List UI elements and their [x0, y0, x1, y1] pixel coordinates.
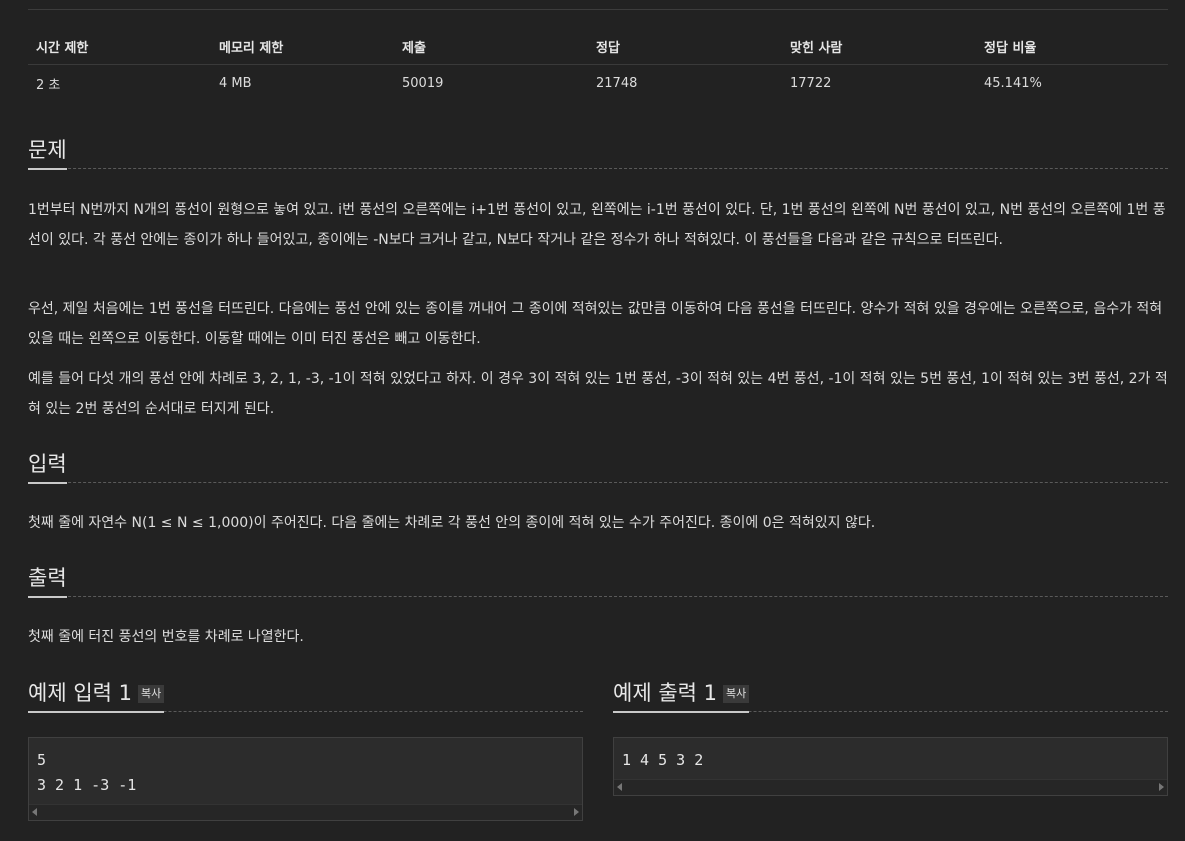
sample-output-header: 예제 출력 1 복사: [613, 679, 1168, 713]
stats-header-ratio: 정답 비율: [976, 28, 1168, 65]
input-title: 입력: [28, 452, 67, 484]
input-section-header: 입력: [28, 450, 1168, 484]
sample-output-box[interactable]: 1 4 5 3 2: [613, 737, 1168, 796]
problem-section-header: 문제: [28, 136, 1168, 170]
stats-ratio: 45.141%: [984, 75, 1042, 91]
output-title: 출력: [28, 566, 67, 598]
sample-output-scrollbar[interactable]: [614, 779, 1167, 795]
sample-input-title-text: 예제 입력 1: [28, 681, 132, 705]
sample-output-title: 예제 출력 1 복사: [613, 681, 750, 713]
problem-page: 시간 제한 메모리 제한 제출 정답 맞힌 사람 정답 비율 2 초 4 MB …: [0, 0, 1185, 841]
sample-input-box[interactable]: 5 3 2 1 -3 -1: [28, 737, 583, 821]
stats-submissions: 50019: [402, 75, 444, 91]
stats-value-row: 2 초 4 MB 50019 21748 17722 45.141%: [28, 65, 1168, 102]
stats-header-submissions: 제출: [394, 28, 588, 65]
input-description: 첫째 줄에 자연수 N(1 ≤ N ≤ 1,000)이 주어진다. 다음 줄에는…: [28, 515, 876, 531]
copy-sample-output-button[interactable]: 복사: [723, 685, 750, 703]
stats-header-solvers: 맞힌 사람: [782, 28, 976, 65]
sample-output-title-text: 예제 출력 1: [613, 681, 717, 705]
sample-input-title: 예제 입력 1 복사: [28, 681, 165, 713]
scroll-right-arrow-icon[interactable]: [574, 808, 579, 816]
scroll-left-arrow-icon[interactable]: [32, 808, 37, 816]
stats-time-limit: 2 초: [36, 77, 61, 93]
stats-header-row: 시간 제한 메모리 제한 제출 정답 맞힌 사람 정답 비율: [28, 28, 1168, 65]
scroll-right-arrow-icon[interactable]: [1159, 783, 1164, 791]
stats-accepted: 21748: [596, 75, 638, 91]
problem-paragraph-1: 1번부터 N번까지 N개의 풍선이 원형으로 놓여 있고. i번 풍선의 오른쪽…: [28, 202, 1166, 248]
copy-sample-input-button[interactable]: 복사: [138, 685, 165, 703]
sample-input-code: 5 3 2 1 -3 -1: [37, 751, 137, 794]
stats-solvers: 17722: [790, 75, 832, 91]
sample-output-code: 1 4 5 3 2: [622, 751, 704, 769]
problem-title: 문제: [28, 138, 67, 170]
problem-paragraph-3: 예를 들어 다섯 개의 풍선 안에 차례로 3, 2, 1, -3, -1이 적…: [28, 371, 1168, 417]
top-divider: [28, 9, 1168, 10]
problem-paragraph-2: 우선, 제일 처음에는 1번 풍선을 터뜨린다. 다음에는 풍선 안에 있는 종…: [28, 301, 1163, 347]
output-description: 첫째 줄에 터진 풍선의 번호를 차례로 나열한다.: [28, 629, 304, 645]
sample-input-header: 예제 입력 1 복사: [28, 679, 583, 713]
sample-input-scrollbar[interactable]: [29, 804, 582, 820]
stats-header-memory-limit: 메모리 제한: [211, 28, 394, 65]
stats-header-accepted: 정답: [588, 28, 782, 65]
output-section-header: 출력: [28, 564, 1168, 598]
stats-header-time-limit: 시간 제한: [28, 28, 211, 65]
scroll-left-arrow-icon[interactable]: [617, 783, 622, 791]
problem-stats-table: 시간 제한 메모리 제한 제출 정답 맞힌 사람 정답 비율 2 초 4 MB …: [28, 28, 1168, 101]
stats-memory-limit: 4 MB: [219, 75, 252, 91]
